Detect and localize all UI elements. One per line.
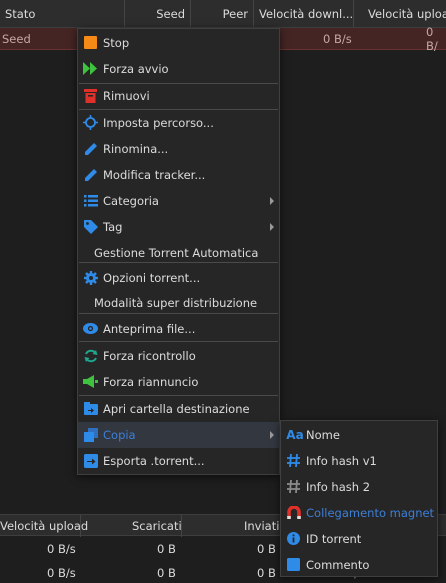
menu-item-label: Collegamento magnet bbox=[306, 506, 435, 520]
stop-icon bbox=[83, 35, 98, 50]
eye-icon bbox=[83, 321, 98, 336]
hash-icon bbox=[286, 453, 301, 468]
pencil-icon bbox=[83, 141, 98, 156]
menu-item-copy[interactable]: Copia bbox=[78, 422, 279, 448]
submenu-item-info-hash-2[interactable]: Info hash 2 bbox=[281, 474, 437, 500]
menu-item-label: Opzioni torrent... bbox=[103, 271, 201, 285]
magnet-icon bbox=[286, 505, 301, 520]
info-icon bbox=[286, 531, 301, 546]
torrent-up-speed: 0 B/ bbox=[426, 24, 438, 53]
menu-item-label: Stop bbox=[103, 36, 130, 50]
gear-icon bbox=[83, 270, 98, 285]
sent-value: 0 B bbox=[257, 566, 276, 580]
menu-separator bbox=[79, 262, 278, 263]
submenu-arrow-icon bbox=[270, 223, 274, 231]
menu-item-open-destination[interactable]: Apri cartella destinazione bbox=[78, 396, 279, 422]
col-header-seeds[interactable]: Seed bbox=[125, 0, 191, 27]
sent-value: 0 B bbox=[257, 542, 276, 556]
submenu-item-torrent-id[interactable]: ID torrent bbox=[281, 526, 437, 552]
list-icon bbox=[83, 193, 98, 208]
upload-value: 0 B/s bbox=[47, 542, 76, 556]
col-header-download-speed[interactable]: Velocità downl... bbox=[254, 0, 354, 27]
menu-item-label: Copia bbox=[103, 428, 136, 442]
menu-item-label: Tag bbox=[103, 220, 123, 234]
menu-item-tag[interactable]: Tag bbox=[78, 214, 279, 240]
menu-item-label: Apri cartella destinazione bbox=[103, 402, 250, 416]
menu-item-label: Info hash 2 bbox=[306, 480, 371, 494]
menu-item-force-reannounce[interactable]: Forza riannuncio bbox=[78, 369, 279, 395]
text-icon: Aa bbox=[286, 427, 304, 442]
col-header-label: Seed bbox=[156, 6, 185, 21]
upload-value: 0 B/s bbox=[47, 566, 76, 580]
menu-item-label: Gestione Torrent Automatica bbox=[94, 246, 259, 260]
menu-item-label: Rinomina... bbox=[103, 142, 169, 156]
copy-submenu: Aa Nome Info hash v1 Info hash 2 Collega… bbox=[280, 420, 438, 577]
location-icon bbox=[83, 115, 98, 130]
col-header-label: Velocità downl... bbox=[259, 6, 354, 21]
menu-item-label: Forza riannuncio bbox=[103, 375, 199, 389]
col-header-label: Peer bbox=[222, 6, 248, 21]
menu-item-label: Info hash v1 bbox=[306, 454, 377, 468]
export-icon bbox=[83, 453, 98, 468]
trash-icon bbox=[83, 88, 98, 103]
menu-item-torrent-options[interactable]: Opzioni torrent... bbox=[78, 265, 279, 291]
menu-separator bbox=[79, 341, 278, 342]
menu-item-force-start[interactable]: Forza avvio bbox=[78, 56, 279, 82]
column-divider bbox=[181, 515, 182, 537]
menu-item-force-recheck[interactable]: Forza ricontrollo bbox=[78, 343, 279, 369]
col-header-status[interactable]: Stato bbox=[0, 0, 125, 27]
torrent-context-menu: Stop Forza avvio Rimuovi Imposta percors… bbox=[77, 28, 280, 475]
menu-item-label: Modalità super distribuzione bbox=[94, 296, 258, 310]
menu-item-label: Imposta percorso... bbox=[103, 116, 214, 130]
menu-item-preview-file[interactable]: Anteprima file... bbox=[78, 316, 279, 342]
menu-item-label: Nome bbox=[306, 428, 340, 442]
menu-item-label: Forza avvio bbox=[103, 62, 169, 76]
menu-item-export-torrent[interactable]: Esporta .torrent... bbox=[78, 448, 279, 474]
menu-item-label: Modifica tracker... bbox=[103, 168, 206, 182]
menu-separator bbox=[79, 313, 278, 314]
menu-item-label: Categoria bbox=[103, 194, 159, 208]
menu-item-label: ID torrent bbox=[306, 532, 362, 546]
submenu-arrow-icon bbox=[270, 197, 274, 205]
tag-icon bbox=[83, 219, 98, 234]
pencil-icon bbox=[83, 167, 98, 182]
folder-icon bbox=[83, 401, 98, 416]
refresh-icon bbox=[83, 348, 98, 363]
copy-icon bbox=[83, 427, 98, 442]
column-divider bbox=[80, 515, 81, 537]
col-header-label: Stato bbox=[5, 6, 36, 21]
menu-item-set-location[interactable]: Imposta percorso... bbox=[78, 110, 279, 136]
submenu-item-name[interactable]: Aa Nome bbox=[281, 422, 437, 448]
menu-item-category[interactable]: Categoria bbox=[78, 188, 279, 214]
menu-item-label: Anteprima file... bbox=[103, 322, 196, 336]
comment-icon bbox=[286, 557, 301, 572]
col-header-label: Velocità uploa bbox=[368, 6, 446, 21]
menu-item-rename[interactable]: Rinomina... bbox=[78, 136, 279, 162]
submenu-item-comment[interactable]: Commento bbox=[281, 552, 437, 578]
col-header-downloaded[interactable]: Scaricati bbox=[132, 519, 182, 533]
menu-item-label: Esporta .torrent... bbox=[103, 454, 205, 468]
submenu-item-info-hash-v1[interactable]: Info hash v1 bbox=[281, 448, 437, 474]
menu-item-remove[interactable]: Rimuovi bbox=[78, 83, 279, 109]
col-header-peers[interactable]: Peer bbox=[191, 0, 254, 27]
col-header-upload[interactable]: Velocità upload bbox=[0, 519, 88, 533]
torrent-table-header: Stato Seed Peer Velocità downl... Veloci… bbox=[0, 0, 446, 28]
menu-item-stop[interactable]: Stop bbox=[78, 30, 279, 56]
submenu-arrow-icon bbox=[270, 431, 274, 439]
submenu-item-magnet-link[interactable]: Collegamento magnet bbox=[281, 500, 437, 526]
text-icon-glyph: Aa bbox=[286, 427, 304, 442]
menu-item-label: Rimuovi bbox=[103, 89, 150, 103]
force-start-icon bbox=[83, 61, 98, 76]
hash-icon bbox=[286, 479, 301, 494]
menu-item-label: Forza ricontrollo bbox=[103, 349, 196, 363]
torrent-down-speed: 0 B/s bbox=[323, 31, 352, 46]
downloaded-value: 0 B bbox=[157, 542, 176, 556]
col-header-upload-speed[interactable]: Velocità uploa bbox=[354, 0, 446, 27]
downloaded-value: 0 B bbox=[157, 566, 176, 580]
megaphone-icon bbox=[83, 374, 98, 389]
col-header-sent[interactable]: Inviati bbox=[244, 519, 279, 533]
menu-item-label: Commento bbox=[306, 558, 370, 572]
menu-item-edit-trackers[interactable]: Modifica tracker... bbox=[78, 162, 279, 188]
